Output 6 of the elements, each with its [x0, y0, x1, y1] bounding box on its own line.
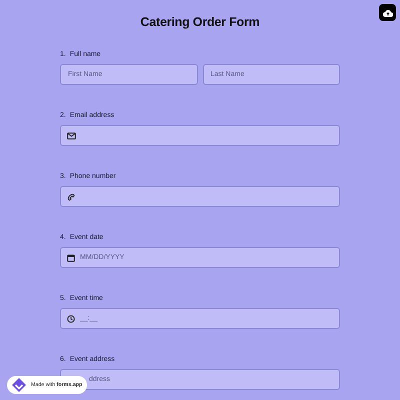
upload-button[interactable] — [379, 4, 396, 21]
cloud-icon — [382, 8, 392, 16]
form-title: Catering Order Form — [139, 14, 261, 30]
logo-icon — [11, 377, 27, 393]
input-field[interactable] — [60, 125, 340, 146]
input-field[interactable] — [60, 186, 340, 207]
